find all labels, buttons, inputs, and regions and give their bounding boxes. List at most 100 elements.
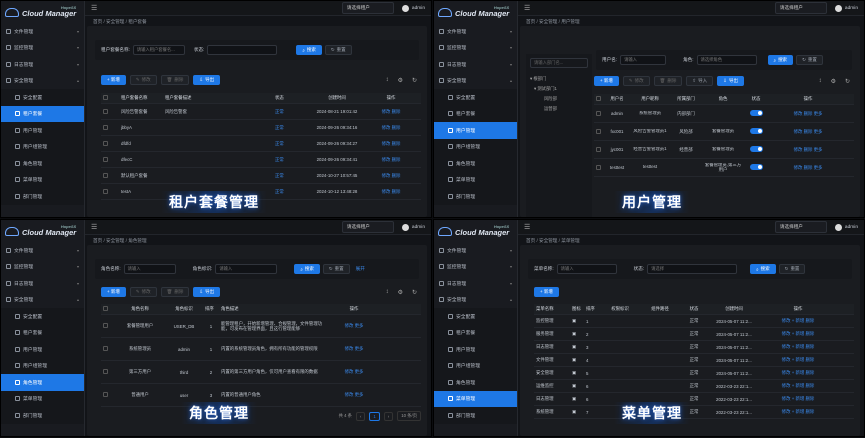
edit-link[interactable]: 修改 [382, 141, 391, 146]
sidebar-item-user-groups[interactable]: 用户组管理 [1, 138, 84, 155]
tree-node[interactable]: ▾ 测试部门1 [530, 84, 588, 94]
edit-link[interactable]: 修改 [782, 331, 791, 336]
delete-link[interactable]: 删除 [806, 409, 815, 414]
select-all-checkbox[interactable] [103, 306, 108, 311]
reset-button[interactable]: ↻ 重置 [322, 264, 350, 274]
export-button[interactable]: ⇩ 导出 [193, 75, 221, 85]
menu-file[interactable]: 文件管理 ▾ [434, 23, 517, 40]
status-toggle[interactable] [749, 164, 763, 170]
table-row[interactable]: 运维监控 ▣ 6 正常 2022-03-23 22:1... 修改 + 新增 删除 [534, 380, 854, 393]
row-checkbox[interactable] [596, 110, 601, 116]
menu-security[interactable]: 安全管理 ▴ [434, 292, 517, 309]
edit-link[interactable]: 修改 [794, 111, 803, 116]
edit-link[interactable]: 修改 [782, 370, 791, 375]
menu-log[interactable]: 日志管理 ▾ [1, 56, 84, 73]
row-checkbox[interactable] [103, 156, 108, 162]
role-key-input[interactable]: 请输入 [215, 264, 278, 274]
delete-link[interactable]: 删除 [392, 141, 401, 146]
tenant-select[interactable]: 请选择租户 [774, 221, 827, 233]
table-row[interactable]: 日志管理 ▣ 6 正常 2022-03-23 22:1... 修改 + 新增 删除 [534, 393, 854, 406]
menu-name-input[interactable]: 请输入 [556, 264, 617, 274]
menu-monitor[interactable]: 监控管理 ▾ [434, 40, 517, 57]
export-button[interactable]: ⇩ 导出 [193, 287, 221, 297]
edit-link[interactable]: 修改 [382, 125, 391, 130]
tree-node[interactable]: 运营部 [530, 104, 588, 114]
sidebar-item-roles[interactable]: 角色管理 [1, 155, 84, 172]
search-button[interactable]: ⌕ 搜索 [767, 55, 794, 65]
sidebar-item-roles[interactable]: 角色管理 [434, 374, 517, 391]
export-button[interactable]: ⇩ 导出 [717, 76, 744, 86]
sidebar-item-security-config[interactable]: 安全配置 [434, 308, 517, 325]
status-select[interactable]: 请选择 [647, 264, 738, 274]
row-checkbox[interactable] [103, 124, 108, 130]
delete-link[interactable]: 删除 [806, 396, 815, 401]
add-link[interactable]: + 新增 [792, 344, 805, 349]
delete-link[interactable]: 删除 [806, 331, 815, 336]
more-link[interactable]: 更多 [814, 111, 823, 116]
department-search-input[interactable]: 请输入部门名... [530, 58, 588, 68]
add-button[interactable]: + 新增 [534, 287, 559, 297]
search-button[interactable]: ⌕ 搜索 [294, 264, 320, 274]
table-row[interactable]: 套餐管理用户 USER_DB 1 能管理租户，开始新增管理、合规管理，文件管理功能，… [101, 315, 421, 338]
delete-link[interactable]: 删除 [392, 173, 401, 178]
menu-log[interactable]: 日志管理 ▾ [434, 56, 517, 73]
hamburger-icon[interactable]: ☰ [524, 223, 530, 231]
row-checkbox[interactable] [103, 108, 108, 114]
sidebar-item-departments[interactable]: 部门管理 [434, 407, 517, 424]
sidebar-item-users[interactable]: 用户管理 [434, 341, 517, 358]
search-button[interactable]: ⌕ 搜索 [750, 264, 776, 274]
delete-link[interactable]: 删除 [392, 157, 401, 162]
row-checkbox[interactable] [596, 146, 601, 152]
tenant-select[interactable]: 请选择租户 [341, 221, 394, 233]
delete-link[interactable]: 删除 [804, 147, 813, 152]
edit-link[interactable]: 修改 [345, 323, 354, 328]
more-link[interactable]: 更多 [814, 129, 823, 134]
role-name-input[interactable]: 请输入 [123, 264, 176, 274]
avatar[interactable] [401, 4, 409, 12]
sidebar-item-tenant-package[interactable]: 租户套餐 [1, 105, 84, 122]
refresh-icon[interactable]: ↻ [412, 289, 417, 296]
status-toggle[interactable] [749, 110, 763, 116]
reset-button[interactable]: ↻ 重置 [324, 45, 352, 55]
edit-link[interactable]: 修改 [782, 357, 791, 362]
sidebar-item-security-config[interactable]: 安全配置 [1, 89, 84, 106]
add-link[interactable]: + 新增 [792, 370, 805, 375]
delete-button[interactable]: 🗑 删除 [160, 287, 190, 297]
row-checkbox[interactable] [103, 140, 108, 146]
tree-node[interactable]: 风险部 [530, 94, 588, 104]
sidebar-item-roles[interactable]: 角色管理 [434, 155, 517, 172]
sidebar-item-user-groups[interactable]: 用户组管理 [1, 357, 84, 374]
status-toggle[interactable] [749, 146, 763, 152]
edit-link[interactable]: 修改 [382, 109, 391, 114]
add-link[interactable]: + 新增 [792, 318, 805, 323]
tenant-select[interactable]: 请选择租户 [341, 2, 394, 14]
sidebar-item-users[interactable]: 用户管理 [434, 122, 517, 139]
row-checkbox[interactable] [103, 172, 108, 178]
sidebar-item-departments[interactable]: 部门管理 [1, 188, 84, 205]
page-number[interactable]: 1 [369, 411, 380, 421]
avatar[interactable] [834, 4, 842, 12]
delete-link[interactable]: 删除 [392, 125, 401, 130]
column-height-icon[interactable]: ↕ [819, 78, 822, 85]
sidebar-item-menus[interactable]: 菜单管理 [434, 390, 517, 407]
username-input[interactable]: 请输入 [620, 55, 667, 65]
edit-link[interactable]: 修改 [382, 157, 391, 162]
table-row[interactable]: 文件管理 ▣ 4 正常 2024-05-07 11:2... 修改 + 新增 删除 [534, 354, 854, 367]
menu-file[interactable]: 文件管理 ▾ [1, 242, 84, 259]
reset-button[interactable]: ↻ 重置 [796, 55, 823, 65]
table-row[interactable]: jyc001 经营告警管理员1 经营部 套餐管理员 修改 删除 更多 [594, 141, 854, 159]
table-row[interactable]: dfdfd 正常 2024-09-26 09:34:27 修改 删除 [101, 136, 421, 152]
settings-icon[interactable]: ⚙ [398, 289, 403, 296]
username[interactable]: admin [845, 6, 858, 11]
expand-link[interactable]: 展开 [356, 266, 365, 272]
delete-button[interactable]: 🗑 删除 [160, 75, 190, 85]
edit-link[interactable]: 修改 [782, 344, 791, 349]
table-row[interactable]: admin 系统管理员 内部部门 修改 删除 更多 [594, 105, 854, 123]
hamburger-icon[interactable]: ☰ [91, 4, 97, 12]
menu-log[interactable]: 日志管理 ▾ [1, 275, 84, 292]
menu-security[interactable]: 安全管理 ▴ [434, 73, 517, 90]
delete-link[interactable]: 删除 [804, 111, 813, 116]
menu-file[interactable]: 文件管理 ▾ [1, 23, 84, 40]
sidebar-item-roles[interactable]: 角色管理 [1, 374, 84, 391]
row-checkbox[interactable] [103, 323, 108, 328]
